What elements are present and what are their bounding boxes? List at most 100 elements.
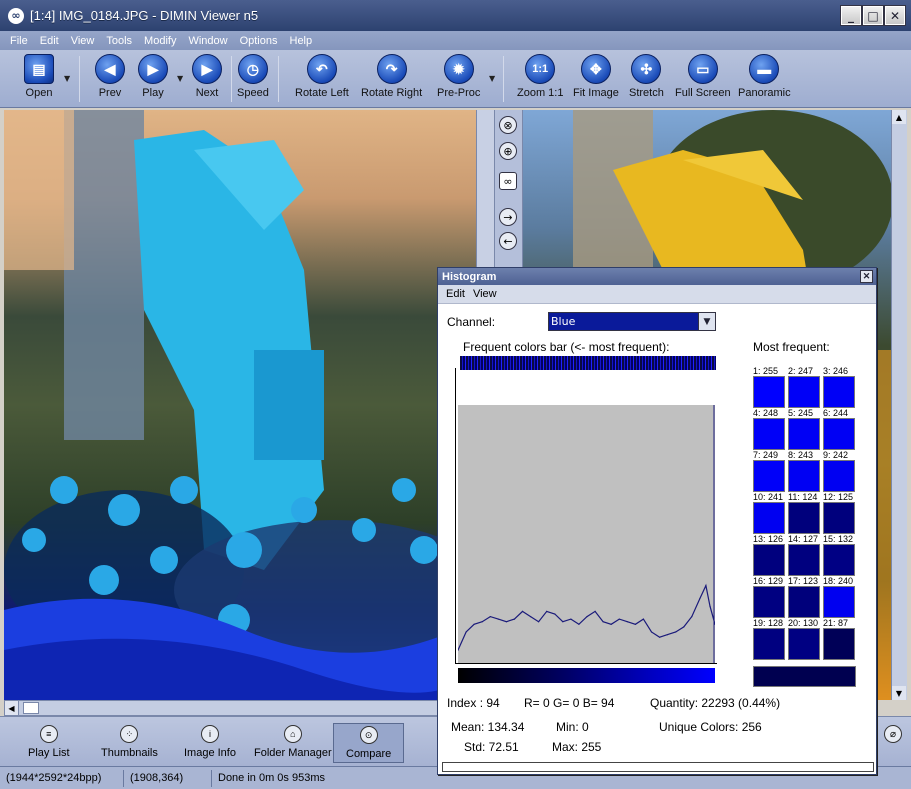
menu-modify[interactable]: Modify	[138, 35, 182, 47]
close-button[interactable]: ✕	[884, 5, 906, 26]
most-frequent-cell[interactable]: 14: 127	[788, 534, 822, 576]
play-label: Play	[142, 87, 164, 99]
histogram-menu-edit[interactable]: Edit	[442, 288, 469, 300]
histogram-window[interactable]: Histogram ✕ Edit View Channel: Blue ▼ Fr…	[437, 267, 877, 775]
menu-file[interactable]: File	[4, 35, 34, 47]
scroll-up-icon[interactable]: ▲	[892, 110, 906, 124]
arrow-left-icon: ◀	[95, 54, 125, 84]
histogram-data-point	[570, 618, 572, 620]
speed-button[interactable]: ◷ Speed	[237, 54, 269, 99]
sync-left-icon[interactable]: ←	[499, 232, 517, 250]
menu-window[interactable]: Window	[182, 35, 233, 47]
compare-button[interactable]: ⊙ Compare	[333, 723, 405, 763]
histogram-title-bar[interactable]: Histogram ✕	[438, 268, 876, 285]
histogram-data-point	[650, 631, 653, 633]
menu-view[interactable]: View	[65, 35, 101, 47]
rotate-left-button[interactable]: ↶ Rotate Left	[295, 54, 349, 99]
channel-select[interactable]: Blue ▼	[548, 312, 716, 331]
panoramic-button[interactable]: ▬ Panoramic	[738, 54, 791, 99]
min-readout: Min: 0	[556, 720, 589, 734]
menu-edit[interactable]: Edit	[34, 35, 65, 47]
maximize-button[interactable]: □	[862, 5, 884, 26]
most-frequent-cell[interactable]: 21: 87	[823, 618, 857, 660]
histogram-y-axis	[455, 368, 456, 664]
most-frequent-cell[interactable]: 3: 246	[823, 366, 857, 408]
most-frequent-cell[interactable]: 18: 240	[823, 576, 857, 618]
image-info-button[interactable]: i Image Info	[184, 725, 236, 759]
preproc-dropdown-icon[interactable]: ▼	[489, 74, 495, 83]
open-dropdown-icon[interactable]: ▼	[64, 74, 70, 83]
chevron-down-icon[interactable]: ▼	[698, 313, 715, 330]
stretch-label: Stretch	[629, 87, 664, 99]
thumbnails-label: Thumbnails	[101, 747, 158, 759]
prev-button[interactable]: ◀ Prev	[95, 54, 125, 99]
most-frequent-cell[interactable]: 16: 129	[753, 576, 787, 618]
most-frequent-cell-label: 16: 129	[753, 576, 784, 586]
most-frequent-cell[interactable]: 12: 125	[823, 492, 857, 534]
folder-icon: ▤	[24, 54, 54, 84]
scroll-thumb[interactable]	[23, 702, 39, 714]
scroll-down-icon[interactable]: ▼	[892, 686, 906, 700]
most-frequent-cell[interactable]: 17: 123	[788, 576, 822, 618]
menu-tools[interactable]: Tools	[100, 35, 138, 47]
most-frequent-cell[interactable]: 1: 255	[753, 366, 787, 408]
histogram-data-point	[675, 631, 677, 633]
histogram-data-point	[610, 623, 612, 625]
most-frequent-cell[interactable]: 15: 132	[823, 534, 857, 576]
folder-manager-button[interactable]: ⌂ Folder Manager	[254, 725, 332, 759]
next-button[interactable]: ▶ Next	[192, 54, 222, 99]
link-icon[interactable]: ∞	[499, 172, 517, 190]
histogram-data-point	[659, 636, 661, 638]
menu-help[interactable]: Help	[284, 35, 319, 47]
most-frequent-cell[interactable]: 7: 249	[753, 450, 787, 492]
most-frequent-cell[interactable]: 4: 248	[753, 408, 787, 450]
most-frequent-cell[interactable]: 6: 244	[823, 408, 857, 450]
preproc-button[interactable]: ✹ Pre-Proc	[437, 54, 480, 99]
rotate-right-button[interactable]: ↷ Rotate Right	[361, 54, 422, 99]
most-frequent-cell[interactable]: 13: 126	[753, 534, 787, 576]
full-screen-label: Full Screen	[675, 87, 731, 99]
most-frequent-cell-label: 4: 248	[753, 408, 779, 418]
most-frequent-swatch	[753, 376, 785, 408]
play-list-button[interactable]: ≡ Play List	[28, 725, 70, 759]
sync-right-icon[interactable]: →	[499, 208, 517, 226]
scroll-left-icon[interactable]: ◀	[5, 701, 19, 715]
full-screen-button[interactable]: ▭ Full Screen	[675, 54, 731, 99]
most-frequent-cell[interactable]: 11: 124	[788, 492, 822, 534]
menu-options[interactable]: Options	[234, 35, 284, 47]
most-frequent-cell[interactable]: 9: 242	[823, 450, 857, 492]
histogram-plot-area[interactable]	[457, 405, 716, 663]
histogram-data-point	[554, 613, 556, 615]
most-frequent-cell[interactable]: 20: 130	[788, 618, 822, 660]
most-frequent-cell[interactable]: 8: 243	[788, 450, 822, 492]
close-compare-icon[interactable]: ⊗	[499, 116, 517, 134]
most-frequent-cell[interactable]: 10: 241	[753, 492, 787, 534]
thumbnails-button[interactable]: ⁘ Thumbnails	[101, 725, 158, 759]
horizontal-scrollbar[interactable]: ◀	[4, 700, 472, 716]
left-image-view[interactable]	[4, 110, 476, 700]
histogram-data-point	[667, 634, 669, 636]
vertical-scrollbar[interactable]: ▲ ▼	[891, 110, 907, 700]
play-dropdown-icon[interactable]: ▼	[177, 74, 183, 83]
pin-icon[interactable]: ⌀	[884, 725, 902, 743]
open-button[interactable]: ▤ Open	[24, 54, 54, 99]
image-info-label: Image Info	[184, 747, 236, 759]
app-logo-icon: ∞	[8, 7, 24, 24]
play-button[interactable]: ▶ Play	[138, 54, 168, 99]
frequent-colors-bar	[460, 356, 716, 370]
histogram-menu-view[interactable]: View	[469, 288, 501, 300]
histogram-scrollbar[interactable]	[442, 762, 874, 772]
histogram-data-point	[618, 618, 620, 620]
most-frequent-swatch	[753, 544, 785, 576]
most-frequent-cell-label: 14: 127	[788, 534, 819, 544]
fit-image-button[interactable]: ✥ Fit Image	[573, 54, 619, 99]
zoom-button[interactable]: 1:1 Zoom 1:1	[517, 54, 563, 99]
most-frequent-cell[interactable]: 2: 247	[788, 366, 822, 408]
minimize-button[interactable]: _	[840, 5, 862, 26]
stretch-button[interactable]: ✣ Stretch	[629, 54, 664, 99]
frequent-colors-bar-label: Frequent colors bar (<- most frequent):	[463, 340, 670, 354]
lock-icon[interactable]: ⊕	[499, 142, 517, 160]
most-frequent-cell[interactable]: 19: 128	[753, 618, 787, 660]
histogram-close-icon[interactable]: ✕	[860, 270, 873, 283]
most-frequent-cell[interactable]: 5: 245	[788, 408, 822, 450]
